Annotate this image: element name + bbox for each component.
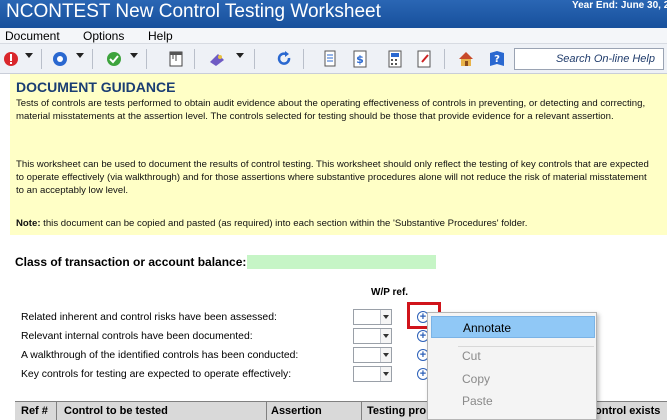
column-header-control-exists: ontrol exists — [595, 405, 661, 417]
menu-document[interactable]: Document — [5, 29, 60, 43]
money-icon[interactable]: $ — [350, 49, 370, 69]
navigate-icon[interactable] — [50, 49, 70, 69]
question-dropdown[interactable] — [353, 366, 392, 382]
menu-item-label: Copy — [462, 372, 491, 386]
context-menu: Annotate Cut Copy Paste — [427, 312, 597, 420]
help-icon[interactable]: ? — [487, 49, 507, 69]
check-icon[interactable] — [104, 49, 124, 69]
refresh-icon[interactable] — [274, 49, 294, 69]
toolbar-separator — [92, 49, 93, 69]
guidance-paragraph-2: This worksheet can be used to document t… — [16, 159, 649, 196]
column-header-ref: Ref # — [21, 405, 48, 417]
column-header-testing: Testing pro — [367, 405, 427, 417]
toolbar: $ ? Search On-line Help — [0, 44, 667, 74]
menu-item-cut[interactable]: Cut — [431, 345, 595, 367]
chevron-down-icon[interactable] — [380, 348, 391, 362]
column-divider — [56, 402, 57, 420]
menu-help[interactable]: Help — [148, 29, 173, 43]
question-dropdown[interactable] — [353, 328, 392, 344]
document-icon[interactable] — [320, 49, 340, 69]
column-divider — [361, 402, 362, 420]
question-label: A walkthrough of the identified controls… — [21, 350, 299, 361]
stop-icon[interactable] — [1, 49, 21, 69]
chevron-down-icon[interactable] — [25, 53, 33, 58]
svg-text:?: ? — [494, 54, 500, 65]
column-divider — [266, 402, 267, 420]
window-title: NCONTEST New Control Testing Worksheet — [6, 1, 381, 22]
chevron-down-icon[interactable] — [380, 367, 391, 381]
question-dropdown[interactable] — [353, 347, 392, 363]
menu-item-label: Paste — [462, 394, 493, 408]
toolbar-separator — [444, 49, 445, 69]
chevron-down-icon[interactable] — [380, 310, 391, 324]
year-end-label: Year End: June 30, 2 — [572, 0, 667, 11]
search-placeholder: Search On-line Help — [555, 53, 655, 65]
calculator-icon[interactable] — [385, 49, 405, 69]
column-header-assertion: Assertion — [271, 405, 322, 417]
tools-icon[interactable] — [207, 49, 229, 69]
note-text: this document can be copied and pasted (… — [40, 218, 528, 229]
chevron-down-icon[interactable] — [76, 53, 84, 58]
ruler-icon[interactable] — [166, 49, 186, 69]
chevron-down-icon[interactable] — [236, 53, 244, 58]
menu-item-annotate[interactable]: Annotate — [431, 316, 595, 338]
home-icon[interactable] — [456, 49, 476, 69]
column-header-control: Control to be tested — [64, 405, 168, 417]
note-label: Note: — [16, 218, 41, 229]
menu-item-copy[interactable]: Copy — [431, 368, 595, 390]
guidance-heading: DOCUMENT GUIDANCE — [16, 79, 176, 95]
menu-item-paste[interactable]: Paste — [431, 390, 595, 412]
svg-text:$: $ — [356, 53, 364, 66]
toolbar-separator — [146, 49, 147, 69]
chevron-down-icon[interactable] — [130, 53, 138, 58]
toolbar-separator — [303, 49, 304, 69]
search-input[interactable]: Search On-line Help — [514, 48, 664, 70]
question-label: Related inherent and control risks have … — [21, 312, 277, 323]
question-dropdown[interactable] — [353, 309, 392, 325]
toolbar-separator — [194, 49, 195, 69]
document-guidance: DOCUMENT GUIDANCE Tests of controls are … — [10, 74, 667, 235]
menu-bar: Document Options Help — [0, 28, 667, 44]
guidance-note: Note: this document can be copied and pa… — [16, 217, 656, 230]
guidance-paragraph-1: Tests of controls are tests performed to… — [16, 98, 646, 122]
menu-options[interactable]: Options — [83, 29, 124, 43]
edit-icon[interactable] — [414, 49, 434, 69]
menu-item-label: Annotate — [463, 321, 512, 335]
question-label: Key controls for testing are expected to… — [21, 369, 292, 380]
wp-ref-header: W/P ref. — [371, 287, 409, 298]
toolbar-separator — [41, 49, 42, 69]
class-of-transaction-label: Class of transaction or account balance: — [15, 255, 247, 269]
title-bar: NCONTEST New Control Testing Worksheet Y… — [0, 0, 667, 28]
toolbar-separator — [254, 49, 255, 69]
question-label: Relevant internal controls have been doc… — [21, 331, 253, 342]
class-of-transaction-input[interactable] — [247, 255, 436, 269]
menu-item-label: Cut — [462, 349, 481, 363]
chevron-down-icon[interactable] — [380, 329, 391, 343]
